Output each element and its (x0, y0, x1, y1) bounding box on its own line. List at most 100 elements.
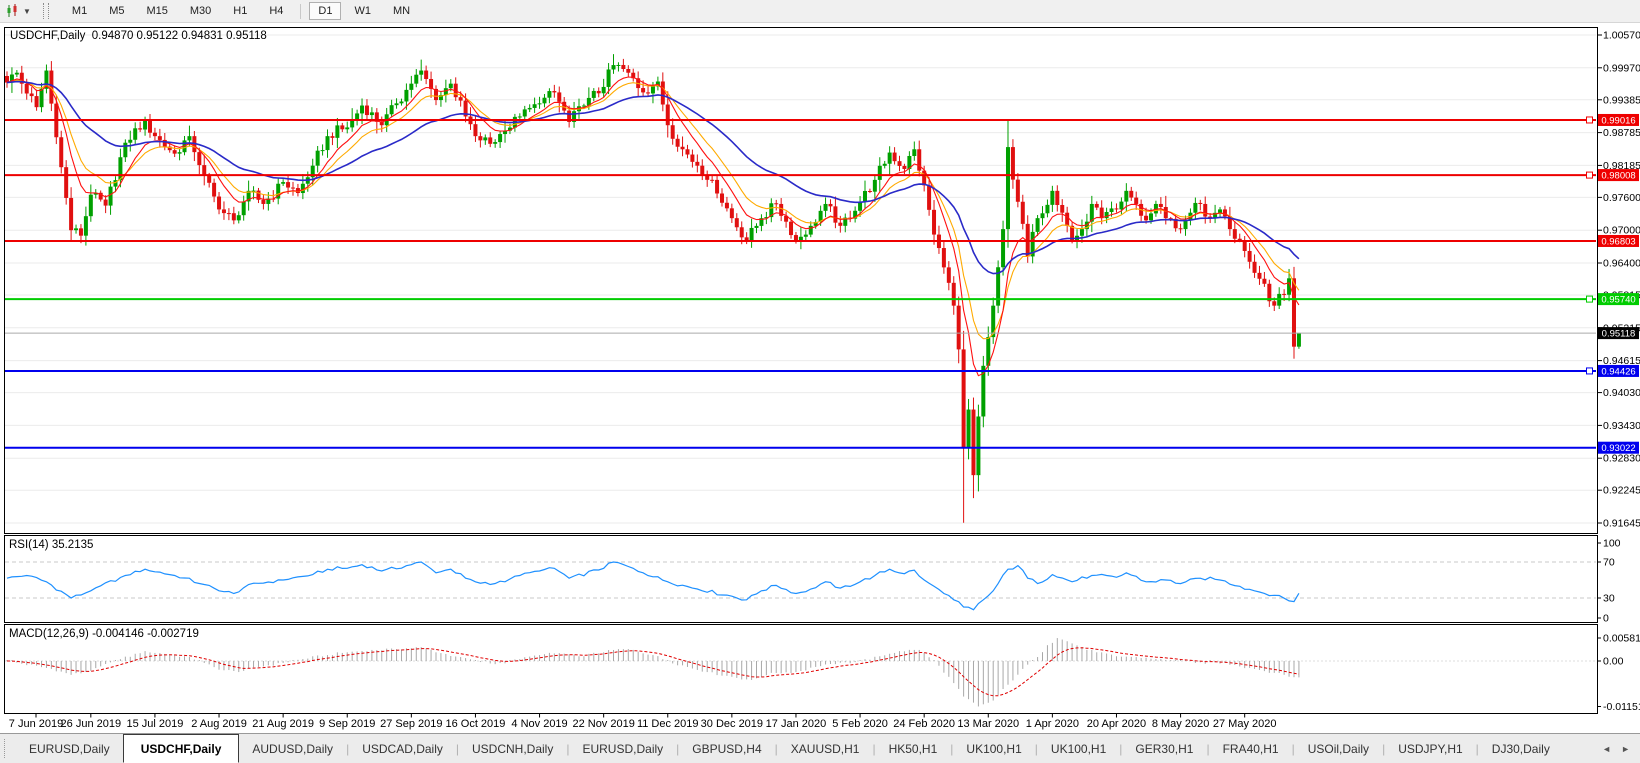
candle-bull (242, 201, 246, 215)
candle-bull (89, 195, 93, 217)
chart-area: 1.005700.999700.993850.987850.981850.976… (0, 23, 1640, 733)
candle-bear (1203, 204, 1207, 217)
candle-bear (789, 222, 793, 235)
tab-scroll-nav: ◄ ► (1602, 734, 1640, 763)
candle-bear (1016, 180, 1020, 202)
candle-bear (833, 206, 837, 222)
candle-bear (1164, 207, 1168, 218)
candle-bear (1134, 198, 1138, 204)
hline-price-label: 0.93022 (1601, 443, 1635, 454)
date-label: 11 Dec 2019 (637, 718, 699, 730)
candle-bear (745, 237, 749, 240)
candle-bull (133, 128, 137, 139)
timeframe-button-w1[interactable]: W1 (345, 2, 380, 20)
candle-bull (1080, 229, 1084, 236)
price-chart-svg[interactable]: 1.005700.999700.993850.987850.981850.976… (0, 23, 1640, 733)
candle-bull (449, 84, 453, 89)
chart-type-icon[interactable] (4, 3, 22, 19)
tab-xauusd-h1[interactable]: XAUUSD,H1 (778, 734, 873, 763)
tab-usdchf-daily[interactable]: USDCHF,Daily (123, 734, 240, 763)
candle-bear (35, 96, 39, 107)
candle-bear (286, 182, 290, 187)
candle-bull (592, 91, 596, 98)
timeframe-button-m30[interactable]: M30 (181, 2, 220, 20)
hline-handle[interactable] (1587, 368, 1593, 374)
tabbar-grip[interactable] (4, 739, 8, 758)
rsi-tick-label: 70 (1603, 557, 1615, 569)
tab-usdcad-daily[interactable]: USDCAD,Daily (349, 734, 456, 763)
tab-uk100-h1[interactable]: UK100,H1 (1038, 734, 1119, 763)
timeframe-button-m15[interactable]: M15 (137, 2, 176, 20)
timeframe-button-m1[interactable]: M1 (63, 2, 96, 20)
tab-scroll-left-icon[interactable]: ◄ (1602, 744, 1611, 754)
price-tick-label: 0.92830 (1603, 453, 1640, 465)
price-tick-label: 0.98785 (1603, 127, 1640, 139)
candle-bear (197, 152, 201, 165)
candle-bear (1262, 279, 1266, 284)
hline-handle[interactable] (1587, 172, 1593, 178)
candle-bull (419, 71, 423, 75)
tab-eurusd-daily[interactable]: EURUSD,Daily (569, 734, 676, 763)
candle-bull (547, 91, 551, 98)
timeframe-button-m5[interactable]: M5 (100, 2, 133, 20)
candle-bear (25, 84, 29, 94)
candle-bear (207, 176, 211, 183)
candle-bear (646, 92, 650, 93)
candle-bear (730, 208, 734, 218)
candle-bear (695, 162, 699, 166)
tab-dj30-daily[interactable]: DJ30,Daily (1479, 734, 1563, 763)
candle-bull (873, 180, 877, 192)
candle-bear (902, 166, 906, 169)
candle-bull (355, 113, 359, 119)
tab-fra40-h1[interactable]: FRA40,H1 (1210, 734, 1292, 763)
candle-bear (1095, 204, 1099, 208)
candle-bear (69, 198, 73, 230)
tab-uk100-h1[interactable]: UK100,H1 (953, 734, 1034, 763)
candle-bear (1238, 239, 1242, 240)
tab-usdcnh-daily[interactable]: USDCNH,Daily (459, 734, 566, 763)
candle-bear (1253, 262, 1257, 273)
candle-bull (755, 226, 759, 228)
candle-bull (74, 228, 78, 230)
candlestick-icon (6, 4, 20, 18)
candle-bear (59, 137, 63, 167)
candle-bear (710, 180, 714, 181)
candle-bear (1021, 202, 1025, 224)
candle-bull (1036, 218, 1040, 232)
hline-price-label: 0.94426 (1601, 366, 1635, 377)
candle-bear (947, 267, 951, 282)
price-tick-label: 0.92245 (1603, 485, 1640, 497)
candle-bear (1159, 204, 1163, 207)
candle-bull (1297, 333, 1301, 347)
tab-ger30-h1[interactable]: GER30,H1 (1122, 734, 1206, 763)
tab-scroll-right-icon[interactable]: ► (1621, 744, 1630, 754)
candle-bear (690, 155, 694, 162)
toolbar-grip[interactable] (43, 3, 49, 19)
chevron-down-icon[interactable]: ▼ (23, 7, 31, 16)
candle-bear (720, 194, 724, 203)
candle-bear (227, 213, 231, 214)
candle-bear (232, 213, 236, 220)
candle-bear (1065, 213, 1069, 226)
tab-hk50-h1[interactable]: HK50,H1 (876, 734, 951, 763)
tab-usoil-daily[interactable]: USOil,Daily (1295, 734, 1382, 763)
candle-bear (148, 121, 152, 133)
timeframe-button-h1[interactable]: H1 (224, 2, 256, 20)
tab-eurusd-daily[interactable]: EURUSD,Daily (16, 734, 123, 763)
candle-bear (794, 235, 798, 240)
tab-gbpusd-h4[interactable]: GBPUSD,H4 (679, 734, 774, 763)
candle-bear (1282, 294, 1286, 295)
tab-audusd-daily[interactable]: AUDUSD,Daily (239, 734, 346, 763)
candle-bear (158, 136, 162, 140)
hline-handle[interactable] (1587, 117, 1593, 123)
candle-bull (345, 127, 349, 129)
timeframe-button-h4[interactable]: H4 (260, 2, 292, 20)
timeframe-button-d1[interactable]: D1 (309, 2, 341, 20)
hline-handle[interactable] (1587, 296, 1593, 302)
rsi-tick-label: 100 (1603, 538, 1621, 550)
candle-bear (735, 218, 739, 227)
candle-bear (291, 188, 295, 189)
candle-bear (952, 283, 956, 306)
tab-usdjpy-h1[interactable]: USDJPY,H1 (1385, 734, 1475, 763)
timeframe-button-mn[interactable]: MN (384, 2, 419, 20)
